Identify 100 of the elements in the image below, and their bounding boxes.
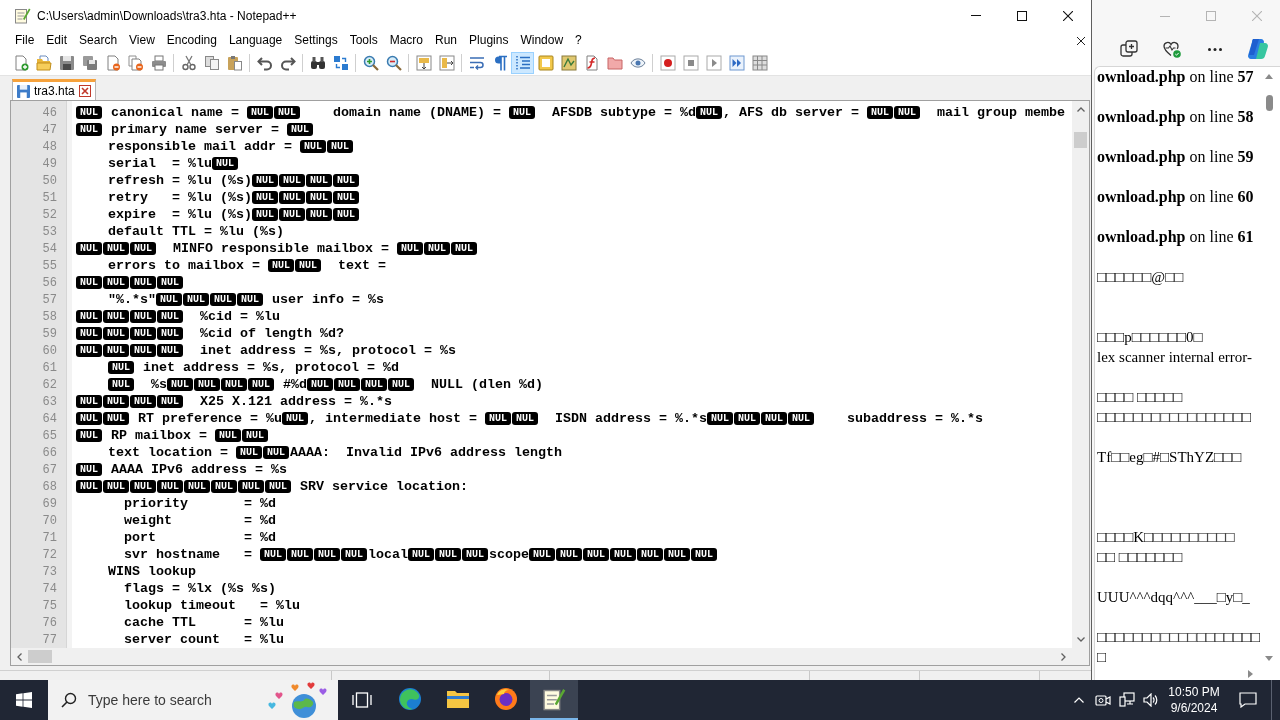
code-text: AAAA IPv6 address = %s: [111, 461, 287, 478]
nul-control-char: NUL: [76, 395, 102, 408]
clipboard-icon: [226, 54, 243, 71]
more-icon: [1207, 47, 1222, 51]
horizontal-scrollbar[interactable]: [11, 648, 1072, 665]
nul-control-char: NUL: [556, 548, 582, 561]
line-number: 59: [42, 327, 57, 340]
map-icon: [560, 54, 577, 71]
nul-control-char: NUL: [265, 480, 291, 493]
nul-control-char: NUL: [260, 548, 286, 561]
menu-item[interactable]: Tools: [343, 31, 384, 50]
line-number: 66: [42, 446, 57, 459]
heart-pulse-icon: [1162, 40, 1181, 58]
nul-control-char: NUL: [157, 276, 183, 289]
nul-control-char: NUL: [484, 412, 511, 425]
garbled-text: □: [1097, 648, 1108, 667]
nul-control-char: NUL: [281, 412, 308, 425]
nul-control-char: NUL: [184, 480, 210, 493]
line-number: 48: [42, 140, 57, 153]
line-number: 72: [42, 548, 57, 561]
nul-control-char: NUL: [212, 157, 238, 170]
scrollbar-thumb[interactable]: [1265, 95, 1273, 111]
menu-item[interactable]: Plugins: [463, 31, 515, 50]
speaker-icon: [1143, 693, 1159, 707]
code-text: %cid = %lu: [200, 308, 280, 325]
code-text: subaddress = %.*s: [846, 410, 983, 427]
menu-item[interactable]: Settings: [288, 31, 344, 50]
stop-icon: [682, 54, 699, 71]
line-number: 69: [42, 497, 57, 510]
scrollbar-thumb[interactable]: [1074, 132, 1087, 148]
menu-item[interactable]: Encoding: [160, 31, 223, 50]
nul-control-char: NUL: [334, 378, 360, 391]
nul-control-char: NUL: [130, 327, 156, 340]
menu-item[interactable]: Search: [73, 31, 124, 50]
nul-control-char: NUL: [305, 208, 332, 221]
nul-control-char: NUL: [278, 208, 305, 221]
nul-control-char: NUL: [167, 378, 193, 391]
file-tab[interactable]: tra3.hta: [12, 79, 96, 100]
garbled-text: □□□□K□□□□□□□□□□: [1097, 528, 1236, 547]
taskbar-app-button[interactable]: [530, 680, 578, 720]
sync-vertical-scroll-icon: [415, 54, 432, 71]
nul-control-char: NUL: [76, 242, 102, 255]
nul-control-char: NUL: [157, 344, 183, 357]
camera-icon: [1095, 693, 1111, 707]
indent-guide-icon: [514, 54, 531, 71]
nul-control-char: NUL: [287, 548, 313, 561]
code-text: canonical name =: [111, 104, 239, 121]
nul-control-char: NUL: [76, 344, 102, 357]
nul-control-char: NUL: [76, 463, 102, 476]
search-box[interactable]: Type here to search: [48, 680, 338, 720]
flame-globe-icon: [494, 687, 518, 711]
text-editor[interactable]: [10, 100, 1090, 666]
nul-control-char: NUL: [76, 429, 102, 442]
nul-control-char: NUL: [326, 140, 353, 153]
clock-button[interactable]: 10:50 PM 9/6/2024: [1163, 680, 1225, 720]
scrollbar-thumb[interactable]: [28, 650, 52, 663]
nul-control-char: NUL: [278, 191, 305, 204]
binoculars-icon: [309, 54, 326, 71]
nul-control-char: NUL: [286, 123, 313, 136]
nul-control-char: NUL: [248, 378, 274, 391]
close-document-button[interactable]: [1077, 36, 1085, 45]
code-text: text =: [337, 257, 386, 274]
line-number: 52: [42, 208, 57, 221]
menu-item[interactable]: View: [123, 31, 161, 50]
search-field[interactable]: Type here to search: [88, 689, 238, 711]
code-text: %s: [151, 376, 167, 393]
vertical-scrollbar[interactable]: [1072, 101, 1089, 648]
garbled-text: □□□□□□□□□□□□□□□□□□: [1097, 628, 1262, 647]
menu-item[interactable]: Window: [514, 31, 570, 50]
line-number: 65: [42, 429, 57, 442]
nul-control-char: NUL: [130, 242, 156, 255]
nul-control-char: NUL: [332, 191, 359, 204]
garbled-text: □□□□□□@□□: [1097, 268, 1185, 287]
code-text: svr hostname =: [124, 546, 252, 563]
nul-control-char: NUL: [583, 548, 609, 561]
menu-item[interactable]: Macro: [383, 31, 429, 50]
line-number: 71: [42, 531, 57, 544]
menu-item[interactable]: ?: [569, 31, 588, 50]
language-box-icon: [537, 54, 554, 71]
nul-control-char: NUL: [733, 412, 760, 425]
function-list-icon: [583, 54, 600, 71]
nul-control-char: NUL: [361, 378, 387, 391]
menu-item[interactable]: Run: [429, 31, 464, 50]
indent-guide-button[interactable]: [511, 51, 534, 74]
nul-control-char: NUL: [511, 412, 538, 425]
menu-item[interactable]: Edit: [40, 31, 74, 50]
nul-control-char: NUL: [637, 548, 663, 561]
code-text: user info = %s: [272, 291, 384, 308]
code-text: text location =: [108, 444, 228, 461]
line-number: 57: [42, 293, 57, 306]
nul-control-char: NUL: [278, 174, 305, 187]
code-text: priority = %d: [124, 495, 276, 512]
nul-control-char: NUL: [236, 446, 262, 459]
menu-item[interactable]: File: [9, 31, 41, 50]
notepad-icon: [14, 7, 31, 24]
nul-control-char: NUL: [247, 106, 273, 119]
close-icon: [1252, 11, 1262, 21]
nul-control-char: NUL: [103, 327, 129, 340]
menu-item[interactable]: Language: [222, 31, 289, 50]
chevron-up-icon: [1074, 697, 1084, 703]
